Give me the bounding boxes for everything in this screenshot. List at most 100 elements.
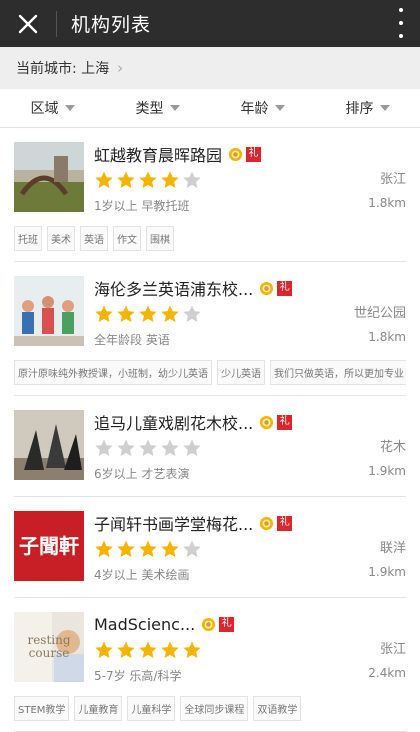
institution-name: 海伦多兰英语浦东校...: [94, 280, 254, 299]
filter-bar: 区域 类型 年龄 排序: [0, 89, 420, 128]
dropdown-arrow-icon: [64, 105, 75, 111]
tag: 原汁原味纯外教授课，小班制，幼少儿英语: [14, 360, 212, 385]
star-filled-icon: [139, 171, 157, 188]
star-filled-icon: [117, 540, 135, 557]
tag: 双语教学: [253, 696, 302, 721]
thumbnail-text: resting course: [27, 632, 71, 660]
star-empty-icon: [139, 439, 157, 456]
star-filled-icon: [95, 305, 113, 322]
institution-thumbnail: resting course: [14, 612, 84, 682]
tag: 儿童科学: [127, 696, 176, 721]
filter-sort[interactable]: 排序: [315, 89, 420, 127]
star-empty-icon: [161, 439, 179, 456]
gift-badge-icon: 礼: [219, 616, 235, 632]
star-filled-icon: [117, 641, 135, 658]
star-filled-icon: [183, 641, 201, 658]
list-item[interactable]: 子聞軒 子闻轩书画学堂梅花... 礼 4岁以上 美术绘画 联洋 1.9km: [14, 497, 406, 598]
distance: 1.9km: [368, 464, 406, 478]
gift-badge-icon: 礼: [246, 146, 262, 162]
rating-stars: [94, 438, 406, 460]
tag-list: STEM教学 儿童教育 儿童科学 全球同步课程 双语教学: [14, 696, 406, 731]
list-item[interactable]: 海伦多兰英语浦东校... 礼 全年龄段 英语 世纪公园 1.8km 原汁原味纯外…: [14, 262, 406, 396]
star-filled-icon: [161, 171, 179, 188]
current-city-label: 当前城市: 上海: [16, 61, 110, 77]
location: 世纪公园: [353, 306, 406, 321]
medal-icon: [260, 281, 274, 295]
star-filled-icon: [95, 540, 113, 557]
dropdown-arrow-icon: [274, 105, 285, 111]
gift-badge-icon: 礼: [277, 414, 293, 430]
dropdown-arrow-icon: [169, 105, 180, 111]
location: 花木: [379, 440, 406, 455]
star-filled-icon: [95, 641, 113, 658]
location: 联洋: [379, 541, 406, 556]
chevron-right-icon: ›: [117, 59, 124, 77]
close-button[interactable]: [0, 0, 56, 47]
star-empty-icon: [117, 439, 135, 456]
medal-icon: [260, 516, 274, 530]
filter-region[interactable]: 区域: [0, 89, 105, 127]
medal-icon: [202, 617, 216, 631]
rating-stars: [94, 539, 406, 561]
distance: 1.8km: [368, 330, 406, 344]
tag-list: 原汁原味纯外教授课，小班制，幼少儿英语 少儿英语 我们只做英语，所以更加专业: [14, 360, 406, 395]
list-item[interactable]: resting course MadScienc... 礼 5-7岁 乐高/科学…: [14, 598, 406, 732]
institution-name: 子闻轩书画学堂梅花...: [94, 515, 254, 534]
institution-thumbnail: 子聞軒: [14, 511, 84, 581]
institution-name: 追马儿童戏剧花木校...: [94, 414, 254, 433]
star-empty-icon: [95, 439, 113, 456]
distance: 1.8km: [368, 196, 406, 210]
age-and-category: 全年龄段 英语: [94, 333, 170, 347]
distance: 1.9km: [368, 565, 406, 579]
star-filled-icon: [161, 641, 179, 658]
institution-name: MadScienc...: [94, 614, 196, 634]
more-vertical-icon[interactable]: [394, 8, 408, 38]
tag: 围棋: [146, 226, 174, 251]
age-and-category: 6岁以上 才艺表演: [94, 467, 190, 481]
age-and-category: 1岁以上 早教托班: [94, 199, 190, 213]
star-filled-icon: [117, 305, 135, 322]
thumbnail-text: 子聞軒: [19, 534, 79, 558]
tag: 美术: [47, 226, 75, 251]
location: 张江: [379, 172, 406, 187]
location: 张江: [379, 642, 406, 657]
distance: 2.4km: [368, 666, 406, 680]
medal-icon: [228, 147, 243, 161]
star-filled-icon: [139, 641, 157, 658]
tag: 英语: [80, 226, 108, 251]
star-filled-icon: [161, 540, 179, 557]
close-icon: [18, 14, 38, 33]
star-filled-icon: [161, 305, 179, 322]
filter-type[interactable]: 类型: [105, 89, 210, 127]
institution-thumbnail: [14, 410, 84, 480]
star-empty-icon: [183, 305, 201, 322]
institution-thumbnail: [14, 276, 84, 346]
current-city-row[interactable]: 当前城市: 上海 ›: [0, 47, 420, 89]
list-item[interactable]: 虹越教育晨晖路园 礼 1岁以上 早教托班 张江 1.8km 托班 美术 英语 作文 围棋: [14, 128, 406, 262]
page-title: 机构列表: [71, 14, 152, 36]
star-filled-icon: [139, 305, 157, 322]
star-empty-icon: [183, 439, 201, 456]
tag: 少儿英语: [217, 360, 265, 385]
dropdown-arrow-icon: [379, 105, 390, 111]
tag: 托班: [14, 226, 42, 251]
app-bar: 机构列表: [0, 0, 420, 47]
tag: 全球同步课程: [180, 696, 249, 721]
list-item[interactable]: 追马儿童戏剧花木校... 礼 6岁以上 才艺表演 花木 1.9km: [14, 396, 406, 497]
gift-badge-icon: 礼: [277, 280, 293, 296]
tag: 儿童教育: [74, 696, 123, 721]
institution-name: 虹越教育晨晖路园: [94, 146, 223, 165]
tag: STEM教学: [14, 696, 70, 721]
gift-badge-icon: 礼: [277, 515, 293, 531]
age-and-category: 4岁以上 美术绘画: [94, 568, 190, 582]
tag-list: 托班 美术 英语 作文 围棋: [14, 226, 406, 261]
medal-icon: [260, 415, 274, 429]
age-and-category: 5-7岁 乐高/科学: [94, 669, 182, 683]
appbar-divider: [56, 10, 57, 37]
tag: 作文: [113, 226, 141, 251]
tag: 我们只做英语，所以更加专业: [270, 360, 406, 385]
rating-stars: [94, 170, 406, 192]
filter-age[interactable]: 年龄: [210, 89, 315, 127]
rating-stars: [94, 640, 406, 662]
star-filled-icon: [139, 540, 157, 557]
